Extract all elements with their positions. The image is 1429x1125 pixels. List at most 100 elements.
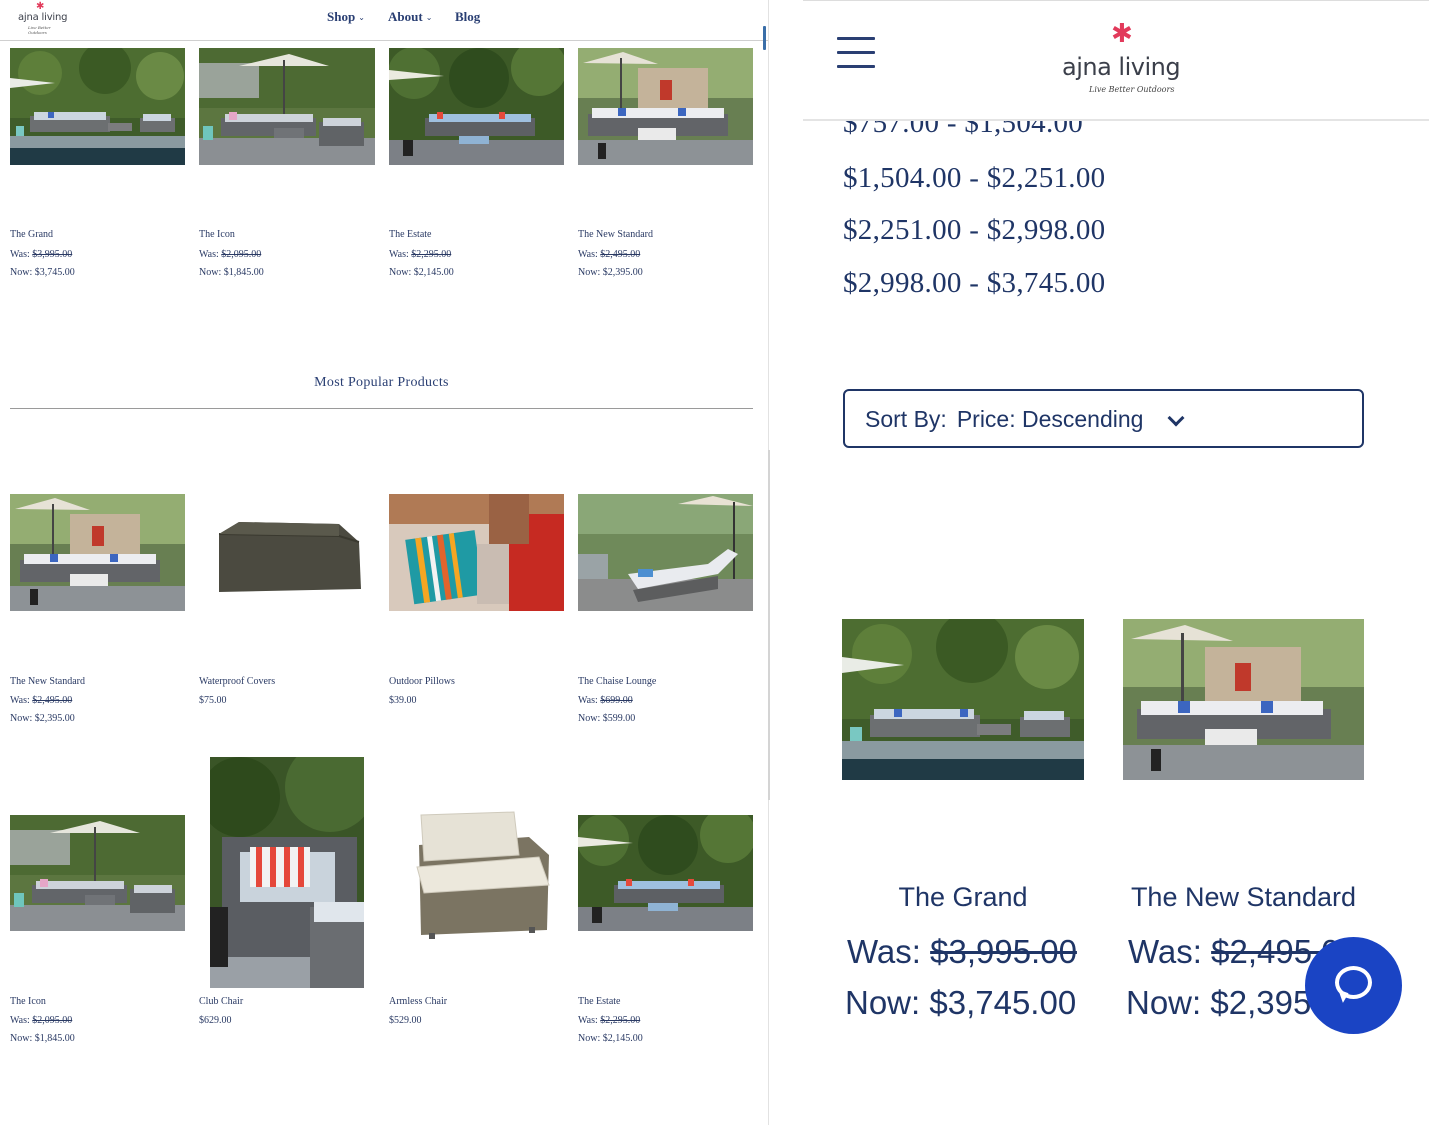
product-was-price: Was: $2,495.00: [10, 695, 72, 706]
was-label: Was:: [10, 695, 30, 706]
photo-sectional-house: [578, 48, 753, 165]
price-filter-range[interactable]: $2,998.00 - $3,745.00: [843, 267, 1105, 300]
product-name[interactable]: The New Standard: [578, 229, 653, 240]
product-image-the-icon[interactable]: [10, 815, 185, 931]
sort-by-select[interactable]: Sort By: Price: Descending: [843, 389, 1364, 448]
product-name[interactable]: The Estate: [578, 996, 620, 1007]
nav-blog[interactable]: Blog: [455, 9, 480, 25]
product-name[interactable]: The Grand: [842, 882, 1084, 913]
product-now-price: Now: $599.00: [578, 713, 635, 724]
brand-logo[interactable]: ✱ ajna living Live Better Outdoors: [1057, 21, 1197, 101]
product-name[interactable]: Outdoor Pillows: [389, 676, 455, 687]
product-name[interactable]: Waterproof Covers: [199, 676, 275, 687]
was-price-value: $3,995.00: [930, 933, 1077, 970]
product-was-price: Was: $2,295.00: [578, 1015, 640, 1026]
product-name[interactable]: The Grand: [10, 229, 53, 240]
was-label: Was:: [847, 933, 921, 970]
product-image-the-new-standard[interactable]: [1123, 619, 1364, 780]
was-price-value: $699.00: [600, 695, 633, 706]
was-price-value: $2,095.00: [221, 249, 262, 260]
sort-label: Sort By:: [865, 406, 947, 432]
product-name[interactable]: The New Standard: [1123, 882, 1364, 913]
brand-tagline: Live Better Outdoors: [1089, 85, 1175, 94]
product-was-price: Was: $699.00: [578, 695, 633, 706]
product-was-price: Was: $2,295.00: [389, 249, 451, 260]
now-price-value: $599.00: [602, 713, 636, 724]
product-image-outdoor-pillows[interactable]: [389, 494, 564, 611]
hamburger-menu-icon[interactable]: [837, 37, 875, 69]
product-was-price: Was: $3,995.00: [847, 933, 1077, 971]
product-name[interactable]: Club Chair: [199, 996, 243, 1007]
product-image-club-chair[interactable]: [210, 757, 364, 988]
photo-pillows: [389, 494, 564, 611]
now-label: Now:: [199, 267, 222, 278]
product-price: $629.00: [199, 1015, 232, 1026]
price-filter-range[interactable]: $1,504.00 - $2,251.00: [843, 162, 1105, 195]
product-name[interactable]: Armless Chair: [389, 996, 447, 1007]
now-price-value: $1,845.00: [34, 1033, 75, 1044]
was-price-value: $2,495.00: [600, 249, 641, 260]
product-name[interactable]: The Chaise Lounge: [578, 676, 656, 687]
product-name[interactable]: The Icon: [199, 229, 235, 240]
product-name[interactable]: The New Standard: [10, 676, 85, 687]
now-label: Now:: [578, 267, 601, 278]
was-price-value: $2,295.00: [411, 249, 452, 260]
desktop-header: ✱ ajna living Live Better Outdoors Shop ⌄…: [0, 0, 768, 41]
brand-tagline: Live Better Outdoors: [28, 25, 51, 35]
product-image-the-new-standard[interactable]: [578, 48, 753, 165]
nav-shop-label: Shop: [327, 9, 356, 24]
now-label: Now:: [10, 267, 33, 278]
product-now-price: Now: $3,745.00: [10, 267, 75, 278]
product-price: $75.00: [199, 695, 227, 706]
product-image-the-new-standard[interactable]: [10, 494, 185, 611]
product-image-waterproof-covers[interactable]: [199, 494, 375, 611]
chevron-down-icon: ⌄: [425, 13, 433, 22]
product-image-the-icon[interactable]: [199, 48, 375, 165]
flower-logo-icon: ✱: [1111, 19, 1133, 49]
product-image-the-grand[interactable]: [10, 48, 185, 165]
now-label: Now:: [10, 713, 33, 724]
product-now-price: Now: $1,845.00: [10, 1033, 75, 1044]
product-image-the-chaise-lounge[interactable]: [578, 494, 753, 611]
section-divider: [10, 408, 753, 409]
photo-armless-chair: [389, 795, 564, 945]
product-image-the-estate[interactable]: [578, 815, 753, 931]
product-image-the-grand[interactable]: [842, 619, 1084, 780]
product-now-price: Now: $2,145.00: [578, 1033, 643, 1044]
nav-blog-label: Blog: [455, 9, 481, 24]
was-label: Was:: [578, 249, 598, 260]
now-label: Now:: [845, 984, 921, 1021]
product-was-price: Was: $2,095.00: [199, 249, 261, 260]
sort-by-text: Sort By: Price: Descending: [865, 406, 1143, 433]
photo-club-chair: [210, 757, 364, 988]
was-price-value: $2,095.00: [32, 1015, 73, 1026]
nav-about[interactable]: About ⌄: [388, 9, 432, 25]
photo-sofa-set-hedge: [389, 48, 564, 165]
product-price: $529.00: [389, 1015, 422, 1026]
photo-sofa-set-pool: [10, 48, 185, 165]
was-label: Was:: [10, 249, 30, 260]
photo-sofa-set-umbrella: [10, 815, 185, 931]
now-price-value: $2,395.00: [602, 267, 643, 278]
price-filter-range[interactable]: $2,251.00 - $2,998.00: [843, 214, 1105, 247]
product-was-price: Was: $3,995.00: [10, 249, 72, 260]
brand-wordmark: ajna living: [18, 12, 68, 23]
nav-shop[interactable]: Shop ⌄: [327, 9, 365, 25]
photo-sofa-set-hedge: [578, 815, 753, 931]
was-label: Was:: [578, 1015, 598, 1026]
brand-logo[interactable]: ✱ ajna living Live Better Outdoors: [14, 2, 70, 36]
chat-button[interactable]: [1305, 937, 1402, 1034]
chat-bubble-tail: [1334, 989, 1349, 1004]
was-label: Was:: [1128, 933, 1202, 970]
product-now-price: Now: $1,845.00: [199, 267, 264, 278]
was-label: Was:: [10, 1015, 30, 1026]
scrollbar-thumb[interactable]: [763, 26, 766, 50]
product-image-the-estate[interactable]: [389, 48, 564, 165]
product-now-price: Now: $2,395.00: [578, 267, 643, 278]
photo-sectional-house: [10, 494, 185, 611]
product-name[interactable]: The Icon: [10, 996, 46, 1007]
now-label: Now:: [1126, 984, 1202, 1021]
product-image-armless-chair[interactable]: [389, 795, 564, 945]
product-name[interactable]: The Estate: [389, 229, 431, 240]
brand-wordmark: ajna living: [1062, 53, 1181, 81]
